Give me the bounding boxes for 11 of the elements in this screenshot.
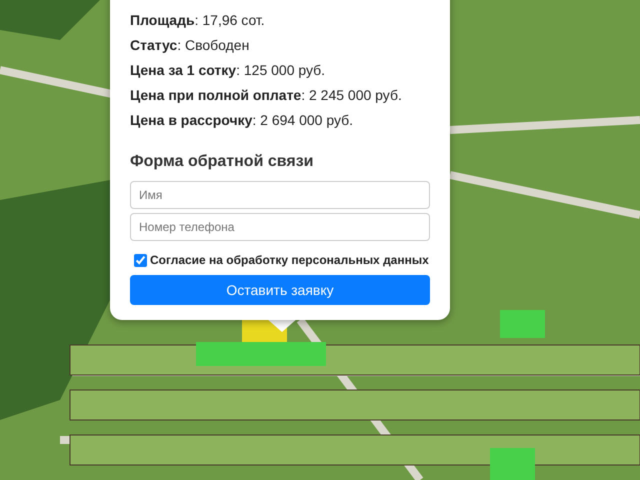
plot-detail: Статус: Свободен [130, 36, 250, 55]
form-title: Форма обратной связи [130, 152, 314, 172]
plot-detail: Площадь: 17,96 сот. [130, 11, 266, 30]
input-field[interactable]: Имя [130, 181, 430, 209]
submit-button[interactable]: Оставить заявку [130, 275, 430, 305]
input-field[interactable]: Номер телефона [130, 213, 430, 241]
plot-detail: Цена за 1 сотку: 125 000 руб. [130, 61, 326, 80]
plot-detail: Цена в рассрочку: 2 694 000 руб. [130, 111, 354, 130]
consent-checkbox[interactable] [134, 254, 147, 266]
plot-detail: Цена при полной оплате: 2 245 000 руб. [130, 86, 403, 105]
consent-label: Согласие на обработку персональных данных [150, 253, 429, 267]
